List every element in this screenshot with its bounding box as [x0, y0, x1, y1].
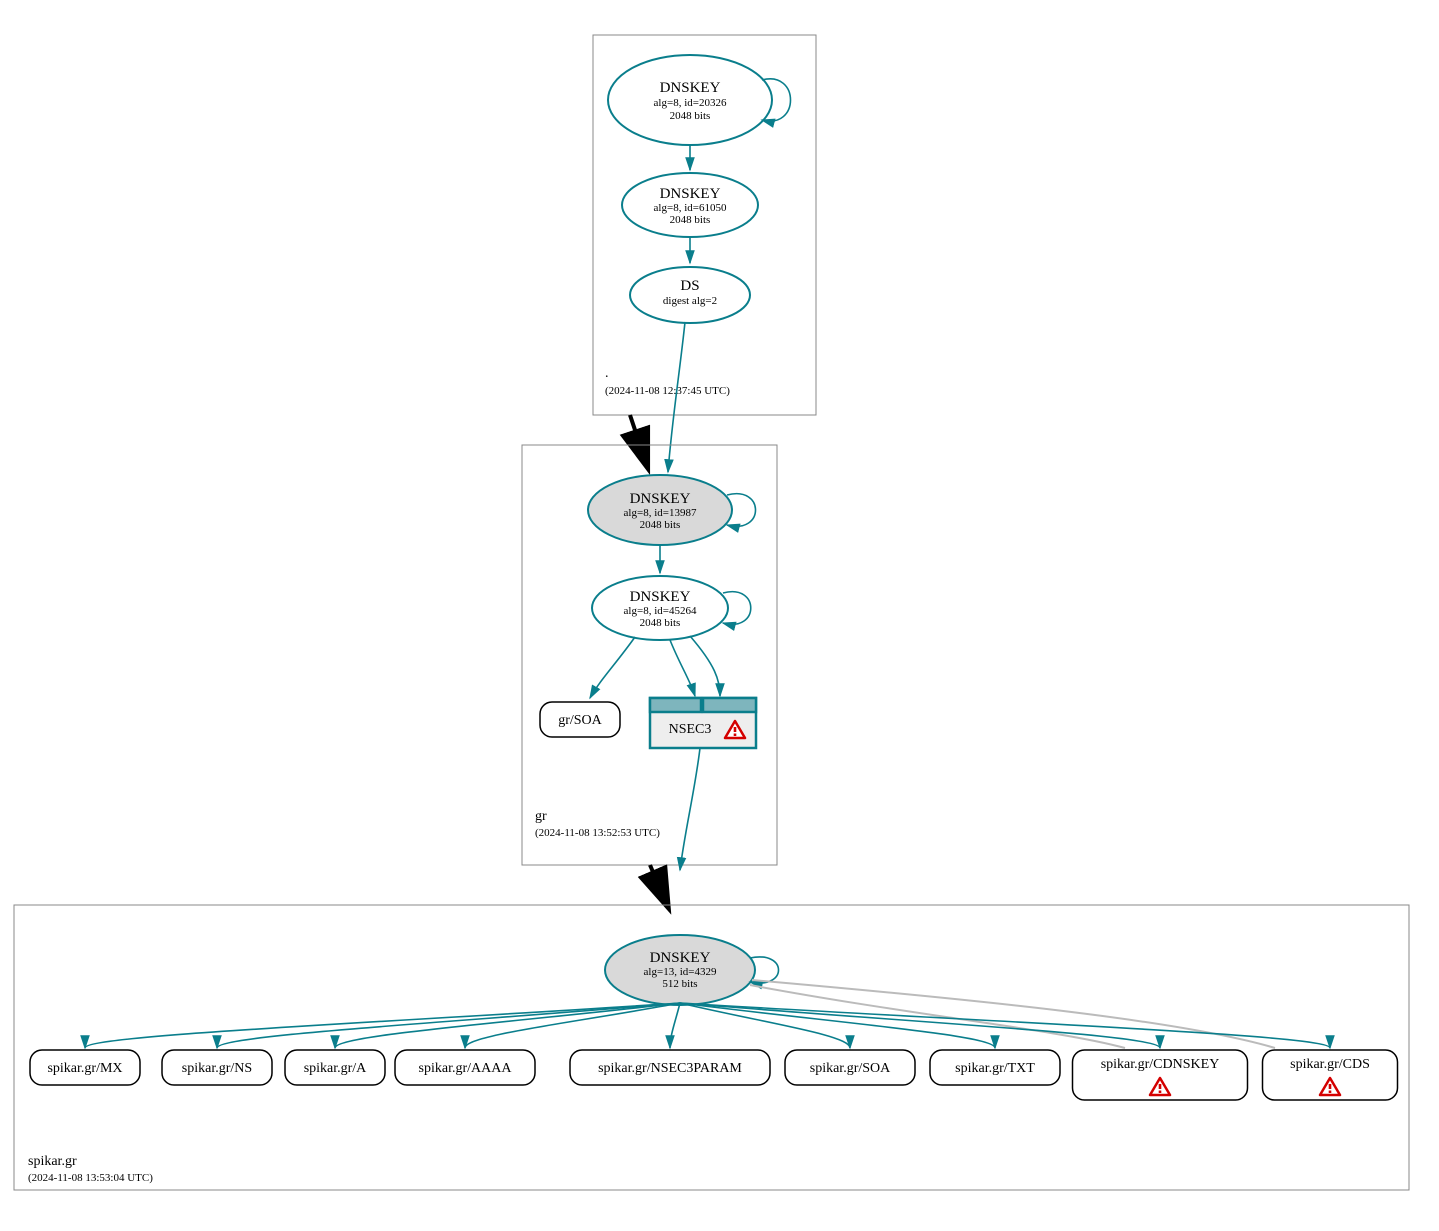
svg-text:alg=8, id=45264: alg=8, id=45264: [624, 605, 697, 617]
svg-text:2048 bits: 2048 bits: [640, 617, 681, 629]
svg-text:alg=8, id=13987: alg=8, id=13987: [624, 507, 697, 519]
record-label: spikar.gr/NS: [182, 1061, 252, 1076]
svg-text:alg=13, id=4329: alg=13, id=4329: [644, 966, 717, 978]
edge-gr-zsk-soa: [590, 637, 635, 698]
gr-zsk-node: DNSKEY alg=8, id=45264 2048 bits: [592, 576, 728, 640]
record-label: spikar.gr/NSEC3PARAM: [598, 1061, 742, 1076]
edge-nsec3-to-spikar: [680, 748, 700, 870]
edge-gr-zsk-nsec3-2: [690, 636, 720, 696]
svg-text:DNSKEY: DNSKEY: [660, 186, 721, 202]
svg-text:512 bits: 512 bits: [662, 978, 697, 990]
zone-root-label: .: [605, 366, 609, 381]
spikar-ksk-node: DNSKEY alg=13, id=4329 512 bits: [605, 935, 755, 1005]
svg-text:digest alg=2: digest alg=2: [663, 295, 717, 307]
svg-text:gr/SOA: gr/SOA: [558, 713, 602, 728]
svg-text:2048 bits: 2048 bits: [640, 519, 681, 531]
svg-text:DNSKEY: DNSKEY: [630, 589, 691, 605]
svg-text:DS: DS: [680, 278, 699, 294]
edge-spikar-to-record: [217, 1003, 680, 1048]
edge-spikar-to-record: [670, 1003, 680, 1048]
zone-gr-timestamp: (2024-11-08 13:52:53 UTC): [535, 827, 660, 839]
edge-zone-root-to-gr: [630, 415, 645, 460]
svg-text:DNSKEY: DNSKEY: [650, 950, 711, 966]
record-label: spikar.gr/AAAA: [419, 1061, 513, 1076]
record-label: spikar.gr/MX: [47, 1061, 122, 1076]
edge-spikar-to-record: [680, 1003, 995, 1048]
root-ds-node: DS digest alg=2: [630, 267, 750, 323]
record-label: spikar.gr/SOA: [810, 1061, 891, 1076]
gr-soa-node: gr/SOA: [540, 702, 620, 737]
root-ksk-node: DNSKEY alg=8, id=20326 2048 bits: [608, 55, 772, 145]
svg-text:alg=8, id=20326: alg=8, id=20326: [654, 97, 727, 109]
svg-text:NSEC3: NSEC3: [669, 722, 712, 737]
svg-text:DNSKEY: DNSKEY: [630, 491, 691, 507]
svg-text:2048 bits: 2048 bits: [670, 110, 711, 122]
record-label: spikar.gr/CDS: [1290, 1057, 1370, 1072]
dnssec-graph: . (2024-11-08 12:37:45 UTC) DNSKEY alg=8…: [0, 0, 1439, 1231]
edge-gr-zsk-nsec3-1: [670, 640, 695, 696]
edge-ds-to-gr-ksk: [668, 322, 685, 472]
edge-zone-gr-to-spikar: [650, 865, 665, 900]
edge-grey-cdnskey: [750, 985, 1125, 1048]
record-label: spikar.gr/A: [304, 1061, 367, 1076]
svg-text:alg=8, id=61050: alg=8, id=61050: [654, 202, 727, 214]
svg-text:DNSKEY: DNSKEY: [660, 80, 721, 96]
root-zsk-node: DNSKEY alg=8, id=61050 2048 bits: [622, 173, 758, 237]
record-label: spikar.gr/CDNSKEY: [1101, 1057, 1220, 1072]
svg-text:2048 bits: 2048 bits: [670, 214, 711, 226]
zone-root-timestamp: (2024-11-08 12:37:45 UTC): [605, 385, 730, 397]
gr-ksk-node: DNSKEY alg=8, id=13987 2048 bits: [588, 475, 732, 545]
record-label: spikar.gr/TXT: [955, 1061, 1035, 1076]
zone-spikar-timestamp: (2024-11-08 13:53:04 UTC): [28, 1172, 153, 1184]
gr-nsec3-node: NSEC3: [650, 698, 756, 748]
zone-spikar-label: spikar.gr: [28, 1154, 77, 1169]
zone-gr-label: gr: [535, 809, 547, 824]
